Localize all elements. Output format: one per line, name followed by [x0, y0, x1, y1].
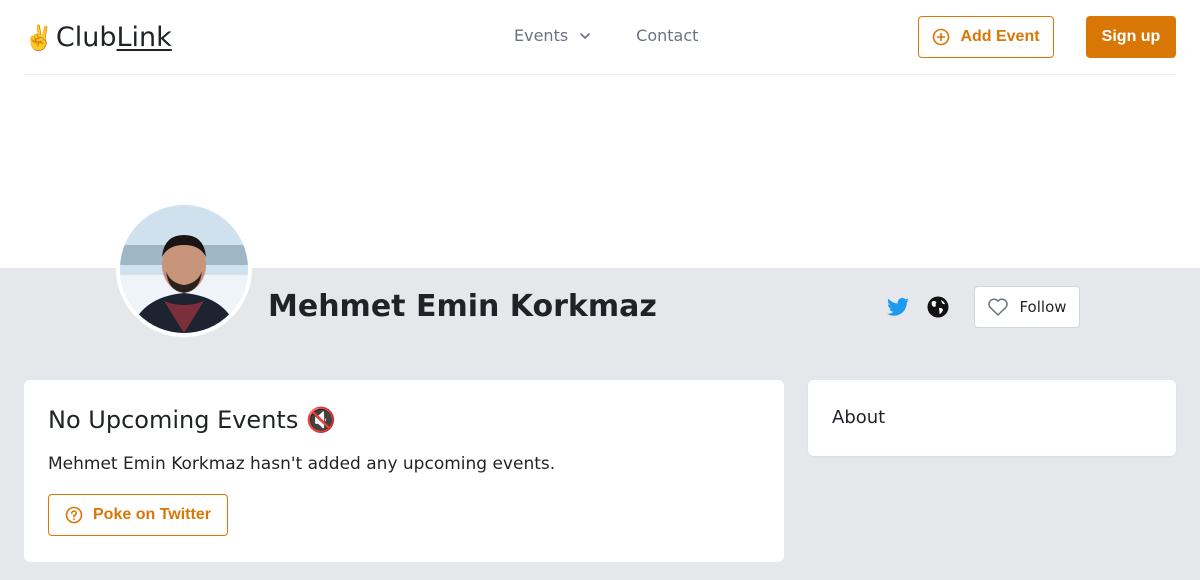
- heart-icon: [988, 298, 1009, 316]
- question-circle-icon: [65, 506, 83, 524]
- upcoming-events-title-text: No Upcoming Events: [48, 406, 299, 434]
- add-event-label: Add Event: [960, 28, 1040, 45]
- brand-logo[interactable]: ✌️ ClubLink: [24, 21, 172, 55]
- globe-icon[interactable]: [926, 295, 950, 319]
- poke-on-twitter-button[interactable]: Poke on Twitter: [48, 494, 228, 536]
- upcoming-events-message: Mehmet Emin Korkmaz hasn't added any upc…: [48, 454, 556, 474]
- victory-hand-icon: ✌️: [24, 24, 54, 52]
- sign-up-label: Sign up: [1101, 28, 1161, 45]
- nav-contact-label: Contact: [636, 26, 699, 45]
- nav-contact[interactable]: Contact: [636, 26, 698, 45]
- nav-events-label: Events: [514, 26, 569, 45]
- nav-events[interactable]: Events: [514, 26, 592, 45]
- chevron-down-icon: [580, 32, 590, 39]
- upcoming-events-card: No Upcoming Events 🔇 Mehmet Emin Korkmaz…: [24, 380, 784, 562]
- upcoming-events-title: No Upcoming Events 🔇: [48, 404, 760, 436]
- twitter-icon[interactable]: [886, 295, 910, 319]
- top-header: ✌️ ClubLink Events Contact Add Event Sig…: [24, 0, 1176, 75]
- profile-name: Mehmet Emin Korkmaz: [268, 289, 657, 324]
- poke-on-twitter-label: Poke on Twitter: [93, 506, 211, 523]
- about-card: About: [808, 380, 1176, 456]
- muted-speaker-icon: 🔇: [306, 406, 337, 434]
- add-event-button[interactable]: Add Event: [918, 16, 1054, 58]
- about-title: About: [832, 407, 886, 428]
- follow-button[interactable]: Follow: [974, 286, 1080, 328]
- avatar: [116, 201, 252, 337]
- sign-up-button[interactable]: Sign up: [1086, 16, 1176, 58]
- follow-label: Follow: [1019, 298, 1067, 316]
- brand-name: ClubLink: [56, 21, 172, 55]
- plus-circle-icon: [933, 28, 950, 46]
- brand-name-club: Club: [55, 22, 117, 53]
- main-nav: Events Contact: [514, 26, 698, 45]
- profile-photo: [120, 205, 248, 333]
- brand-name-link: Link: [116, 22, 172, 53]
